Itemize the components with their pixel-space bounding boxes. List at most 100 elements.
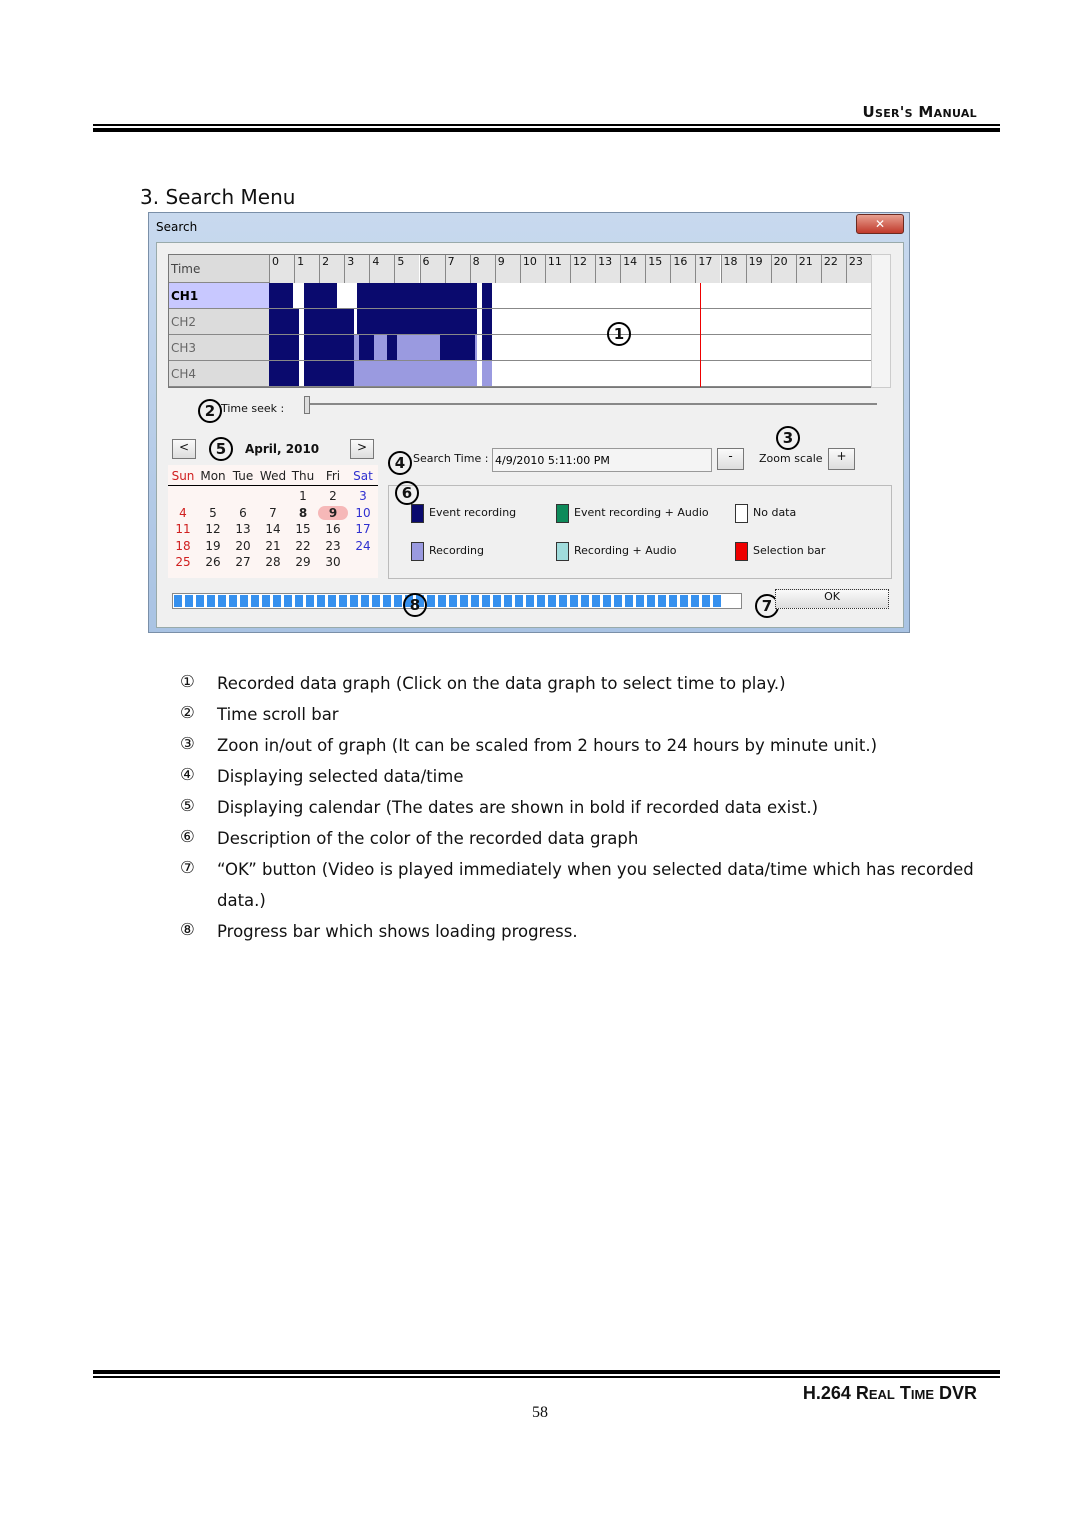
segment-event bbox=[269, 361, 300, 386]
description-number: ④ bbox=[180, 765, 195, 784]
callout-1: 1 bbox=[607, 322, 631, 346]
graph-scrollbar[interactable] bbox=[871, 254, 891, 388]
calendar-rule bbox=[168, 485, 378, 486]
close-button[interactable]: ✕ bbox=[856, 214, 904, 234]
ok-button[interactable]: OK bbox=[775, 589, 889, 609]
next-month-button[interactable]: > bbox=[350, 439, 374, 459]
progress-block bbox=[394, 595, 402, 607]
calendar-day[interactable]: 11 bbox=[168, 522, 198, 536]
calendar-day[interactable]: 24 bbox=[348, 539, 378, 553]
calendar-day[interactable]: 27 bbox=[228, 555, 258, 569]
callout-6: 6 bbox=[395, 481, 419, 505]
calendar-day[interactable]: 3 bbox=[348, 489, 378, 503]
legend-label: Selection bar bbox=[753, 544, 826, 557]
channel-row[interactable] bbox=[269, 309, 871, 335]
segment-event bbox=[304, 335, 355, 360]
progress-block bbox=[592, 595, 600, 607]
weekday-label: Mon bbox=[200, 469, 226, 483]
calendar-day[interactable]: 1 bbox=[288, 489, 318, 503]
calendar-day[interactable]: 16 bbox=[318, 522, 348, 536]
calendar-day[interactable]: 6 bbox=[228, 506, 258, 520]
calendar-day[interactable]: 9 bbox=[318, 505, 348, 520]
hour-label: 20 bbox=[770, 255, 796, 283]
segment-event bbox=[386, 335, 397, 360]
description-number: ② bbox=[180, 703, 195, 722]
progress-block bbox=[581, 595, 589, 607]
channel-row[interactable] bbox=[269, 335, 871, 361]
channel-label-ch4[interactable]: CH4 bbox=[169, 361, 269, 387]
calendar-day[interactable]: 26 bbox=[198, 555, 228, 569]
calendar-day[interactable]: 19 bbox=[198, 539, 228, 553]
channel-row[interactable] bbox=[269, 361, 871, 387]
calendar-day[interactable]: 25 bbox=[168, 555, 198, 569]
calendar-day[interactable]: 14 bbox=[258, 522, 288, 536]
progress-block bbox=[174, 595, 182, 607]
calendar-day[interactable]: 8 bbox=[288, 506, 318, 520]
calendar-day[interactable]: 22 bbox=[288, 539, 318, 553]
channel-label-ch1[interactable]: CH1 bbox=[169, 283, 269, 309]
progress-block bbox=[702, 595, 710, 607]
calendar-day[interactable]: 29 bbox=[288, 555, 318, 569]
header-rule bbox=[93, 124, 1000, 126]
calendar-day[interactable]: 12 bbox=[198, 522, 228, 536]
hour-label: 14 bbox=[620, 255, 646, 283]
progress-block bbox=[603, 595, 611, 607]
calendar: Sun Mon Tue Wed Thu Fri Sat 1 2 3 4 5 6 7 8 9 10 11 12 13 14… bbox=[168, 465, 378, 578]
calendar-day[interactable]: 15 bbox=[288, 522, 318, 536]
progress-block bbox=[515, 595, 523, 607]
hour-label: 23 bbox=[845, 255, 871, 283]
channel-row[interactable] bbox=[269, 283, 871, 309]
description-number: ③ bbox=[180, 734, 195, 753]
calendar-day[interactable]: 7 bbox=[258, 506, 288, 520]
time-seek-slider[interactable] bbox=[305, 403, 877, 405]
progress-block bbox=[680, 595, 688, 607]
manual-page: User's Manual 3. Search Menu Search ✕ Ti… bbox=[0, 0, 1080, 1528]
progress-block bbox=[207, 595, 215, 607]
hour-label: 11 bbox=[544, 255, 570, 283]
zoom-out-button[interactable]: - bbox=[717, 448, 744, 470]
calendar-day[interactable]: 13 bbox=[228, 522, 258, 536]
callout-8: 8 bbox=[403, 593, 427, 617]
calendar-day[interactable]: 30 bbox=[318, 555, 348, 569]
calendar-day[interactable]: 28 bbox=[258, 555, 288, 569]
progress-block bbox=[559, 595, 567, 607]
legend-swatch bbox=[735, 504, 748, 523]
search-time-input[interactable] bbox=[492, 448, 712, 472]
prev-month-button[interactable]: < bbox=[172, 439, 196, 459]
search-window: Search ✕ Time 0 1 2 3 4 5 6 7 8 9 10 11 12 13 14 15 16 17… bbox=[148, 212, 910, 633]
recorded-data-graph[interactable]: Time 0 1 2 3 4 5 6 7 8 9 10 11 12 13 14 15 16 17 18 19 20 21 2… bbox=[168, 254, 873, 388]
legend-label: Event recording + Audio bbox=[574, 506, 709, 519]
segment-event bbox=[304, 283, 337, 308]
description-number: ⑥ bbox=[180, 827, 195, 846]
hour-label: 7 bbox=[444, 255, 470, 283]
progress-block bbox=[713, 595, 721, 607]
progress-block bbox=[383, 595, 391, 607]
calendar-day[interactable]: 21 bbox=[258, 539, 288, 553]
legend-swatch bbox=[735, 542, 748, 561]
calendar-day[interactable]: 5 bbox=[198, 506, 228, 520]
calendar-day[interactable]: 2 bbox=[318, 489, 348, 503]
calendar-day[interactable]: 20 bbox=[228, 539, 258, 553]
calendar-day[interactable]: 17 bbox=[348, 522, 378, 536]
calendar-day[interactable]: 4 bbox=[168, 506, 198, 520]
segment-event bbox=[304, 361, 355, 386]
zoom-in-button[interactable]: + bbox=[828, 448, 855, 470]
hour-label: 3 bbox=[344, 255, 370, 283]
selection-bar[interactable] bbox=[699, 283, 701, 387]
channel-label-ch2[interactable]: CH2 bbox=[169, 309, 269, 335]
progress-block bbox=[691, 595, 699, 607]
description-text: Recorded data graph (Click on the data g… bbox=[217, 674, 786, 693]
time-seek-thumb[interactable] bbox=[304, 396, 310, 414]
progress-block bbox=[636, 595, 644, 607]
progress-block bbox=[482, 595, 490, 607]
description-text: Time scroll bar bbox=[217, 705, 339, 724]
page-number: 58 bbox=[532, 1404, 548, 1421]
progress-block bbox=[284, 595, 292, 607]
progress-block bbox=[372, 595, 380, 607]
callout-4: 4 bbox=[388, 451, 412, 475]
calendar-day[interactable]: 18 bbox=[168, 539, 198, 553]
calendar-day[interactable]: 23 bbox=[318, 539, 348, 553]
progress-block bbox=[460, 595, 468, 607]
calendar-day[interactable]: 10 bbox=[348, 506, 378, 520]
channel-label-ch3[interactable]: CH3 bbox=[169, 335, 269, 361]
